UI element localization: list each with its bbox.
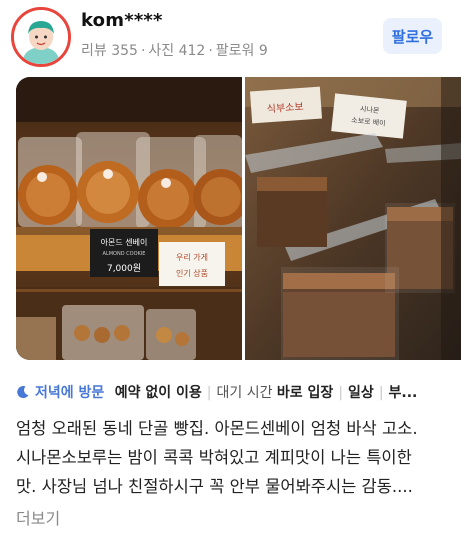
separator-dot: · — [208, 43, 213, 59]
price-tag-subtitle: ALMOND COOKIE — [103, 251, 146, 257]
photo-gallery: 아몬드 센베이 ALMOND COOKIE 7,000원 우리 가게 인기 상품 — [16, 77, 461, 360]
follow-button[interactable]: 팔로우 — [383, 18, 442, 54]
follower-count: 팔로워 9 — [215, 43, 268, 59]
review-line-2: 시나몬소보루는 밤이 콕콕 박혀있고 계피맛이 나는 특이한 — [16, 448, 412, 467]
photo-almond-cookies[interactable]: 아몬드 센베이 ALMOND COOKIE 7,000원 우리 가게 인기 상품 — [16, 77, 242, 360]
photo-count: 사진 412 — [148, 43, 206, 59]
tag-separator: | — [338, 385, 344, 401]
moon-icon — [17, 386, 29, 399]
tag-visit-time: 저녁에 방문 — [35, 385, 105, 401]
tag-purpose: 일상 — [348, 385, 374, 401]
review-line-1: 엄청 오래된 동네 단골 빵집. 아몬드센베이 엄청 바삭 고소. — [16, 419, 418, 438]
review-header: kom**** 리뷰 355 · 사진 412 · 팔로워 9 팔로우 — [0, 0, 461, 72]
user-name[interactable]: kom**** — [81, 10, 163, 31]
tag-separator: | — [206, 385, 212, 401]
review-text[interactable]: 엄청 오래된 동네 단골 빵집. 아몬드센베이 엄청 바삭 고소. 시나몬소보루… — [16, 414, 456, 501]
separator-dot: · — [140, 43, 146, 59]
avatar[interactable] — [11, 7, 71, 67]
photo-cinnamon-cakes[interactable]: 식부소보 시나몬 소보로 배이 — [245, 77, 461, 360]
review-count: 리뷰 355 — [81, 43, 138, 59]
tag-more[interactable]: 부... — [389, 385, 418, 401]
user-stats: 리뷰 355 · 사진 412 · 팔로워 9 — [81, 40, 268, 60]
tag-separator: | — [378, 385, 384, 401]
note-line-1: 우리 가게 — [176, 252, 208, 262]
visit-tags: 저녁에 방문 예약 없이 이용 | 대기 시간 바로 입장 | 일상 | 부... — [16, 382, 461, 402]
avatar-illustration-icon — [14, 10, 68, 64]
review-line-3: 맛. 사장님 넘나 친절하시구 꼭 안부 물어봐주시는 감동.... — [16, 477, 413, 496]
tag-wait-label: 대기 시간 — [216, 385, 273, 401]
price-tag-name: 아몬드 센베이 — [101, 237, 148, 247]
tag-reservation: 예약 없이 이용 — [114, 385, 202, 401]
more-link[interactable]: 더보기 — [16, 505, 60, 529]
price-tag-price: 7,000원 — [107, 263, 141, 274]
tag-wait-value: 바로 입장 — [276, 385, 334, 401]
note-line-2: 인기 상품 — [176, 268, 208, 278]
